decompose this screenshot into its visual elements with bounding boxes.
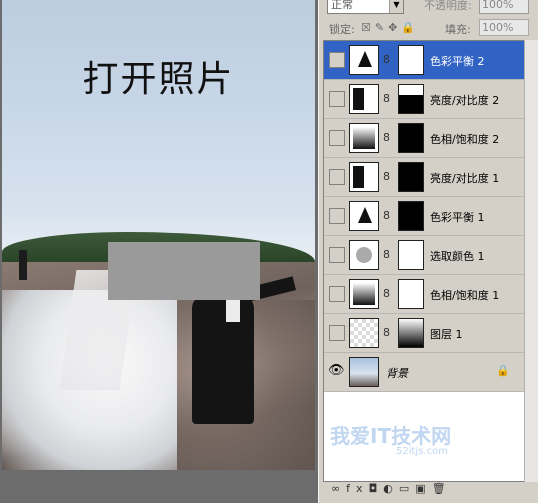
selective-color-icon (349, 240, 379, 270)
layer-image-thumbnail (349, 318, 379, 348)
new-layer-icon[interactable]: ▣ (415, 482, 431, 495)
layer-mask-thumbnail[interactable] (398, 45, 424, 75)
link-icon[interactable]: 8 (383, 248, 390, 261)
wedding-photo: 打开照片 (2, 0, 315, 470)
visibility-toggle[interactable] (329, 247, 345, 263)
layer-mask-thumbnail[interactable] (398, 201, 424, 231)
brightness-contrast-icon (349, 162, 379, 192)
lock-options[interactable]: ☒✎✥🔒 (361, 21, 419, 34)
lock-icon: 🔒 (496, 364, 510, 377)
lock-paint-icon[interactable]: ✎ (375, 21, 388, 34)
layer-row[interactable]: 8 亮度/对比度 1 (324, 158, 524, 197)
layer-row[interactable]: 8 选取颜色 1 (324, 236, 524, 275)
layer-row[interactable]: 8 图层 1 (324, 314, 524, 353)
layer-mask-thumbnail[interactable] (398, 318, 424, 348)
layer-row[interactable]: 8 色相/饱和度 2 (324, 119, 524, 158)
lock-all-icon[interactable]: 🔒 (401, 21, 419, 34)
layer-row[interactable]: 8 色彩平衡 2 (324, 41, 524, 80)
fill-field[interactable]: 100% (479, 19, 529, 36)
fill-label: 填充: (445, 23, 471, 36)
link-layers-icon[interactable]: ∞ (331, 482, 346, 495)
opacity-field[interactable]: 100% (479, 0, 529, 14)
photo-groom-shirt (226, 300, 240, 322)
color-balance-icon (349, 45, 379, 75)
add-mask-icon[interactable]: ◘ (369, 482, 384, 495)
lock-label: 锁定: (329, 23, 355, 36)
layer-mask-thumbnail[interactable] (398, 123, 424, 153)
scrollbar[interactable] (524, 40, 538, 482)
opacity-label: 不透明度: (424, 0, 472, 12)
link-icon[interactable]: 8 (383, 92, 390, 105)
link-icon[interactable]: 8 (383, 326, 390, 339)
layer-row[interactable]: 8 色彩平衡 1 (324, 197, 524, 236)
blend-mode-select[interactable]: 正常 ▼ (327, 0, 404, 14)
visibility-toggle[interactable] (329, 52, 345, 68)
layer-mask-thumbnail[interactable] (398, 240, 424, 270)
visibility-toggle[interactable] (329, 286, 345, 302)
layer-name: 背景 (386, 367, 408, 380)
chevron-down-icon[interactable]: ▼ (389, 0, 403, 13)
layer-name: 选取颜色 1 (430, 250, 485, 263)
hue-saturation-icon (349, 279, 379, 309)
lock-move-icon[interactable]: ✥ (388, 21, 401, 34)
canvas-title: 打开照片 (82, 59, 235, 100)
layer-mask-thumbnail[interactable] (398, 162, 424, 192)
link-icon[interactable]: 8 (383, 287, 390, 300)
layer-name: 色彩平衡 1 (430, 211, 485, 224)
visibility-toggle[interactable] (329, 208, 345, 224)
fx-icon[interactable]: fx (346, 482, 368, 495)
eye-icon[interactable]: 👁 (328, 363, 345, 378)
background-thumbnail (349, 357, 379, 387)
color-balance-icon (349, 201, 379, 231)
photo-groom (192, 296, 254, 424)
redaction-box (108, 242, 260, 300)
blend-mode-value: 正常 (331, 0, 353, 11)
layer-name: 图层 1 (430, 328, 463, 341)
link-icon[interactable]: 8 (383, 53, 390, 66)
layer-row[interactable]: 👁 背景 🔒 (324, 353, 524, 392)
visibility-toggle[interactable] (329, 130, 345, 146)
brightness-contrast-icon (349, 84, 379, 114)
layer-name: 色相/饱和度 2 (430, 133, 500, 146)
hue-saturation-icon (349, 123, 379, 153)
visibility-toggle[interactable] (329, 325, 345, 341)
layer-name: 色彩平衡 2 (430, 55, 485, 68)
watermark-sub: 52itjs.com (396, 446, 448, 457)
layer-name: 亮度/对比度 2 (430, 94, 500, 107)
visibility-toggle[interactable] (329, 169, 345, 185)
layers-toolbar: ∞fx◘◐▭▣🗑 (323, 482, 538, 500)
layer-mask-thumbnail[interactable] (398, 279, 424, 309)
link-icon[interactable]: 8 (383, 209, 390, 222)
adjustment-icon[interactable]: ◐ (383, 482, 399, 495)
lock-row: 锁定: ☒✎✥🔒 填充: 100% (325, 19, 535, 36)
watermark: 我爱IT技术网 (330, 424, 452, 448)
document-canvas[interactable]: 打开照片 (0, 0, 318, 503)
visibility-toggle[interactable] (329, 91, 345, 107)
link-icon[interactable]: 8 (383, 131, 390, 144)
layer-name: 亮度/对比度 1 (430, 172, 500, 185)
layer-mask-thumbnail[interactable] (398, 84, 424, 114)
layer-name: 色相/饱和度 1 (430, 289, 500, 302)
lock-transparent-icon[interactable]: ☒ (361, 21, 375, 34)
group-icon[interactable]: ▭ (399, 482, 415, 495)
link-icon[interactable]: 8 (383, 170, 390, 183)
layer-row[interactable]: 8 亮度/对比度 2 (324, 80, 524, 119)
trash-icon[interactable]: 🗑 (432, 482, 452, 495)
layer-row[interactable]: 8 色相/饱和度 1 (324, 275, 524, 314)
photo-background-person (19, 250, 27, 280)
layers-list: 8 色彩平衡 2 8 亮度/对比度 2 8 色相/饱和度 2 8 亮度/对比度 … (323, 40, 525, 482)
